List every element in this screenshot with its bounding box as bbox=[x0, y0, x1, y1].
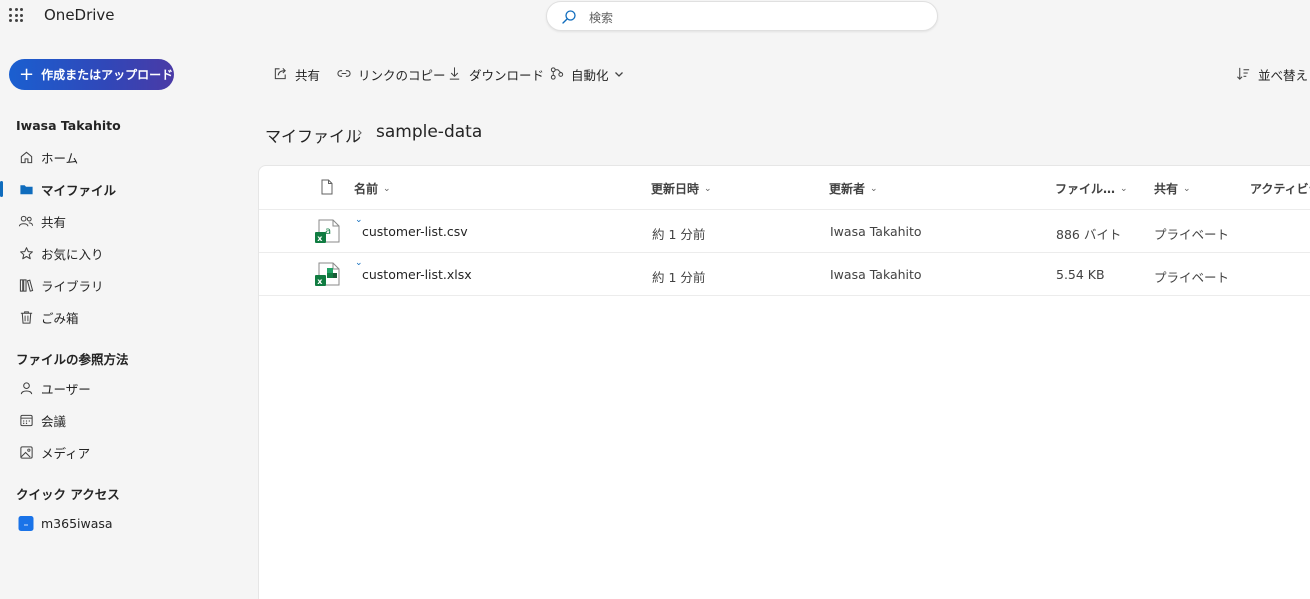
chevron-down-icon: ⌄ bbox=[1183, 183, 1191, 194]
sidebar-item-m365iwasa[interactable]: m365iwasa bbox=[0, 509, 250, 537]
file-size-cell: 5.54 KB bbox=[1056, 267, 1105, 282]
person-icon bbox=[18, 380, 34, 396]
column-header-label: アクティビテ bbox=[1250, 182, 1310, 196]
quick-access-heading: クイック アクセス bbox=[16, 487, 120, 502]
sidebar-item-label: m365iwasa bbox=[41, 515, 113, 531]
star-icon bbox=[18, 245, 34, 261]
sidebar-item-label: 会議 bbox=[41, 413, 67, 429]
sidebar-item-label: 共有 bbox=[41, 214, 67, 230]
breadcrumb-separator: › bbox=[357, 125, 363, 141]
download-icon bbox=[447, 66, 463, 82]
sharing-cell[interactable]: プライベート bbox=[1154, 267, 1229, 286]
create-button-label: 作成またはアップロード bbox=[41, 68, 174, 82]
table-row[interactable]: x ⌄ customer-list.xlsx 約 1 分前 Iwasa Taka… bbox=[259, 252, 1310, 296]
calendar-icon bbox=[18, 412, 34, 428]
column-header-label: 名前 bbox=[354, 182, 379, 196]
column-header-label: 更新日時 bbox=[651, 182, 700, 196]
folder-icon bbox=[18, 181, 34, 197]
automate-label: 自動化 bbox=[571, 67, 609, 83]
sidebar-item-label: ごみ箱 bbox=[41, 310, 79, 326]
column-header-name[interactable]: 名前 ⌄ bbox=[354, 180, 391, 197]
column-header-label: ファイル… bbox=[1055, 182, 1116, 196]
table-row[interactable]: a x ⌄ customer-list.csv 約 1 分前 Iwasa Tak… bbox=[259, 209, 1310, 253]
sidebar-item-label: ホーム bbox=[41, 150, 79, 166]
column-header-file-size[interactable]: ファイル… ⌄ bbox=[1055, 180, 1128, 197]
chevron-down-icon: ⌄ bbox=[383, 183, 391, 194]
svg-text:x: x bbox=[317, 277, 323, 286]
sidebar-item-label: お気に入り bbox=[41, 246, 104, 262]
sidebar-item-label: マイファイル bbox=[41, 182, 117, 198]
file-list-panel: 名前 ⌄ 更新日時 ⌄ 更新者 ⌄ ファイル… ⌄ 共有 ⌄ アクティビテ a x ⌄ c… bbox=[258, 165, 1310, 599]
chevron-down-icon bbox=[614, 69, 624, 79]
browse-files-heading: ファイルの参照方法 bbox=[16, 352, 129, 367]
column-header-modified-by[interactable]: 更新者 ⌄ bbox=[829, 180, 878, 197]
chevron-down-icon: ⌄ bbox=[1120, 183, 1128, 194]
create-or-upload-button[interactable]: + 作成またはアップロード bbox=[9, 59, 174, 90]
column-header-modified[interactable]: 更新日時 ⌄ bbox=[651, 180, 712, 197]
search-input[interactable]: 検索 bbox=[589, 9, 613, 26]
csv-file-icon: a x bbox=[314, 218, 342, 246]
sort-label: 並べ替え bbox=[1258, 67, 1309, 83]
copy-link-label: リンクのコピー bbox=[358, 67, 446, 83]
home-icon bbox=[18, 149, 34, 165]
library-icon bbox=[18, 277, 34, 293]
sidebar-item-recycle-bin[interactable]: ごみ箱 bbox=[0, 303, 250, 331]
app-title[interactable]: OneDrive bbox=[44, 6, 115, 24]
link-icon bbox=[336, 66, 352, 82]
file-size-cell: 886 バイト bbox=[1056, 227, 1122, 242]
site-icon bbox=[18, 515, 34, 531]
share-button[interactable]: 共有 bbox=[273, 62, 320, 86]
sidebar-item-media[interactable]: メディア bbox=[0, 438, 250, 466]
file-name-link[interactable]: customer-list.xlsx bbox=[362, 267, 472, 282]
modified-by-cell[interactable]: Iwasa Takahito bbox=[830, 224, 922, 239]
sharing-cell[interactable]: プライベート bbox=[1154, 224, 1229, 243]
sidebar-item-people[interactable]: ユーザー bbox=[0, 374, 250, 402]
people-icon bbox=[18, 213, 34, 229]
sidebar-item-label: ユーザー bbox=[41, 381, 91, 397]
sidebar-item-my-files[interactable]: マイファイル bbox=[0, 175, 250, 203]
column-header-sharing[interactable]: 共有 ⌄ bbox=[1154, 180, 1191, 197]
share-icon bbox=[273, 66, 289, 82]
share-label: 共有 bbox=[295, 67, 321, 83]
column-header-label: 共有 bbox=[1154, 182, 1179, 196]
image-icon bbox=[18, 444, 34, 460]
file-name-link[interactable]: customer-list.csv bbox=[362, 224, 468, 239]
search-icon bbox=[562, 10, 576, 24]
automate-icon bbox=[549, 66, 565, 82]
sidebar-item-home[interactable]: ホーム bbox=[0, 143, 250, 171]
download-label: ダウンロード bbox=[469, 67, 545, 83]
chevron-down-icon: ⌄ bbox=[870, 183, 878, 194]
breadcrumb-my-files[interactable]: マイファイル bbox=[265, 123, 361, 147]
modified-cell: 約 1 分前 bbox=[652, 270, 706, 285]
automate-button[interactable]: 自動化 bbox=[549, 62, 624, 86]
sort-icon bbox=[1236, 66, 1252, 82]
column-header-label: 更新者 bbox=[829, 182, 866, 196]
modified-by-cell[interactable]: Iwasa Takahito bbox=[830, 267, 922, 282]
trash-icon bbox=[18, 309, 34, 325]
table-bottom-divider bbox=[259, 295, 1310, 296]
sidebar-item-label: メディア bbox=[41, 445, 91, 461]
app-launcher-icon[interactable] bbox=[9, 8, 23, 22]
chevron-down-icon: ⌄ bbox=[704, 183, 712, 194]
sidebar-item-meetings[interactable]: 会議 bbox=[0, 406, 250, 434]
copy-link-button[interactable]: リンクのコピー bbox=[336, 62, 446, 86]
sidebar-item-shared[interactable]: 共有 bbox=[0, 207, 250, 235]
sidebar-item-label: ライブラリ bbox=[41, 278, 104, 294]
sidebar-item-favorites[interactable]: お気に入り bbox=[0, 239, 250, 267]
file-type-header-icon[interactable] bbox=[320, 179, 334, 199]
user-name: Iwasa Takahito bbox=[16, 118, 121, 133]
sidebar-item-library[interactable]: ライブラリ bbox=[0, 271, 250, 299]
sort-button[interactable]: 並べ替え bbox=[1236, 62, 1308, 86]
excel-file-icon: x bbox=[314, 261, 342, 289]
svg-text:x: x bbox=[317, 234, 323, 243]
download-button[interactable]: ダウンロード bbox=[447, 62, 544, 86]
plus-icon: + bbox=[19, 63, 35, 85]
column-header-activity[interactable]: アクティビテ bbox=[1250, 180, 1310, 197]
breadcrumb-current-folder: sample-data bbox=[376, 122, 483, 142]
modified-cell: 約 1 分前 bbox=[652, 227, 706, 242]
search-box[interactable]: 検索 bbox=[546, 1, 938, 31]
